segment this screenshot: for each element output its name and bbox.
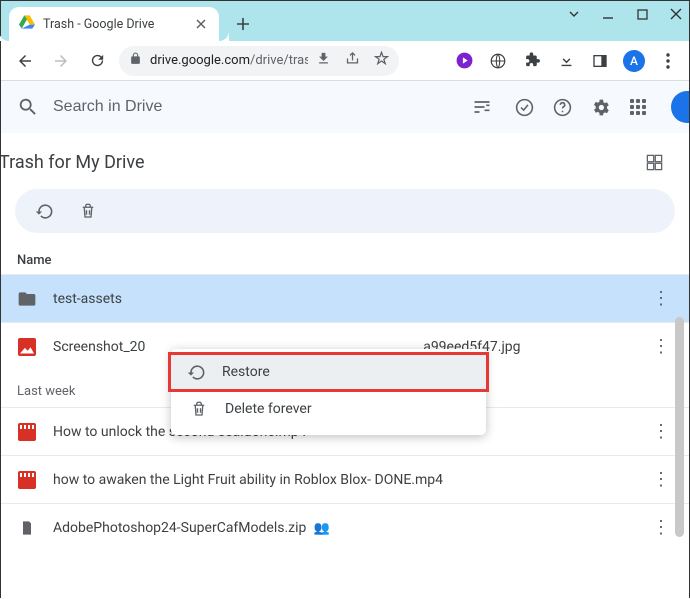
search-bar[interactable] [17,96,471,118]
column-header-name[interactable]: Name [1,247,689,274]
file-name: AdobePhotoshop24-SuperCafModels.zip 👥 [53,520,633,536]
more-actions-icon[interactable]: ⋮ [649,469,673,490]
more-actions-icon[interactable]: ⋮ [649,421,673,442]
restore-action-icon[interactable] [33,200,55,222]
lock-icon [129,52,142,69]
more-actions-icon[interactable]: ⋮ [649,288,673,309]
page-title: Trash for My Drive [1,152,145,173]
share-icon[interactable] [345,51,360,70]
help-icon[interactable] [551,96,573,118]
menu-label: Delete forever [225,401,312,417]
search-icon [17,96,39,118]
account-avatar[interactable] [671,91,689,123]
maximize-icon[interactable] [635,7,649,21]
chevron-down-icon[interactable] [567,7,581,21]
image-file-icon [17,337,37,357]
more-actions-icon[interactable]: ⋮ [649,336,673,357]
menu-restore[interactable]: Restore [168,352,489,392]
context-menu: Restore Delete forever [171,349,486,435]
more-actions-icon[interactable]: ⋮ [649,517,673,538]
layout-toggle-icon[interactable] [643,151,665,173]
trash-icon [189,399,209,419]
shared-icon: 👥 [310,521,329,536]
address-bar[interactable]: drive.google.com/drive/trash [119,46,399,76]
file-name: how to awaken the Light Fruit ability in… [53,472,633,488]
main-content: Trash for My Drive Name test-assets ⋮ Sc… [1,133,689,599]
search-input[interactable] [53,98,471,116]
profile-avatar[interactable]: A [623,50,645,72]
folder-icon [17,289,37,309]
ready-offline-icon[interactable] [513,96,535,118]
menu-label: Restore [222,364,270,380]
settings-icon[interactable] [589,96,611,118]
search-options-icon[interactable] [471,96,493,118]
install-app-icon[interactable] [316,51,331,70]
video-file-icon [17,470,37,490]
drive-header-icons [513,91,673,123]
archive-file-icon [17,518,37,538]
close-window-icon[interactable] [669,7,683,21]
window-controls [567,7,683,21]
scrollbar[interactable] [673,317,686,579]
tab-title: Trash - Google Drive [43,17,185,32]
file-row-folder[interactable]: test-assets ⋮ [1,274,689,322]
file-row-video[interactable]: how to awaken the Light Fruit ability in… [1,455,689,503]
minimize-icon[interactable] [601,7,615,21]
menu-delete-forever[interactable]: Delete forever [171,389,486,429]
file-name: test-assets [53,291,633,307]
file-row-archive[interactable]: AdobePhotoshop24-SuperCafModels.zip 👥 ⋮ [1,503,689,551]
trash-actions-bar [15,189,675,233]
globe-extension-icon[interactable] [487,50,509,72]
restore-icon [186,362,206,382]
play-extension-icon[interactable] [453,50,475,72]
sidepanel-icon[interactable] [589,50,611,72]
back-button[interactable] [11,47,39,75]
download-icon[interactable] [555,50,577,72]
close-tab-icon[interactable] [193,16,209,32]
new-tab-button[interactable] [229,10,257,38]
reload-button[interactable] [83,47,111,75]
browser-titlebar: Trash - Google Drive [1,1,689,41]
drive-header [1,81,689,133]
extension-icons: A [453,50,679,72]
browser-tab[interactable]: Trash - Google Drive [9,7,219,41]
bookmark-icon[interactable] [374,51,389,70]
delete-action-icon[interactable] [77,200,99,222]
browser-toolbar: drive.google.com/drive/trash A [1,41,689,81]
apps-icon[interactable] [627,96,649,118]
browser-menu-icon[interactable] [657,50,679,72]
scrollbar-thumb[interactable] [675,317,684,537]
extensions-icon[interactable] [521,50,543,72]
video-file-icon [17,422,37,442]
forward-button[interactable] [47,47,75,75]
url-text: drive.google.com/drive/trash [150,53,308,68]
drive-logo-icon [19,14,35,34]
